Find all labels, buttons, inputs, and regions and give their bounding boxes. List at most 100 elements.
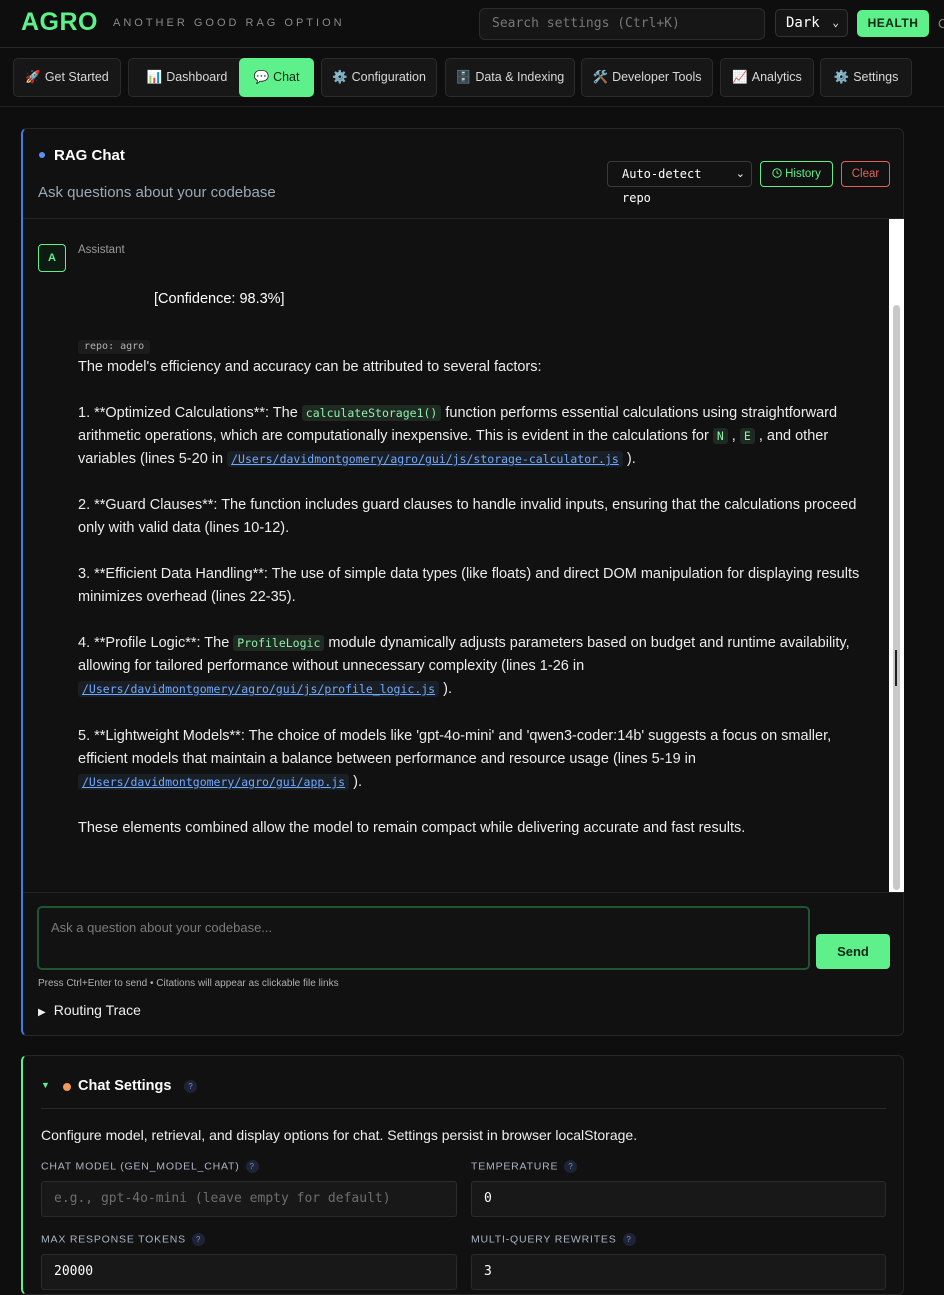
- clear-button[interactable]: Clear: [841, 161, 890, 187]
- field-label: MAX RESPONSE TOKENS?: [41, 1233, 205, 1246]
- tab-data-indexing[interactable]: 🗄️ Data & Indexing: [445, 58, 575, 97]
- history-button[interactable]: History: [760, 161, 833, 187]
- text-span: module dynamically adjusts parameters ba…: [324, 635, 850, 651]
- message-role: Assistant: [78, 244, 125, 256]
- triangle-right-icon: ▶: [38, 1007, 46, 1018]
- tab-label: Configuration: [351, 70, 426, 84]
- field-label-text: TEMPERATURE: [471, 1160, 559, 1173]
- message-text: allowing for tailored performance withou…: [78, 658, 585, 674]
- message-text: minimizes overhead (lines 22-35).: [78, 589, 296, 605]
- field-label-text: MAX RESPONSE TOKENS: [41, 1233, 186, 1246]
- offscreen-control: C: [938, 16, 944, 31]
- nav-divider: [0, 106, 944, 107]
- tab-chat[interactable]: 💬 Chat: [239, 58, 314, 97]
- panel-title: RAG Chat: [54, 147, 125, 164]
- confidence-score: [Confidence: 98.3%]: [154, 291, 285, 307]
- inline-code: E: [739, 428, 755, 444]
- tab-configuration[interactable]: ⚙️ Configuration: [321, 58, 437, 97]
- file-citation-link[interactable]: /Users/davidmontgomery/agro/gui/app.js: [78, 774, 350, 790]
- status-dot: [63, 1083, 71, 1091]
- message-text: /Users/davidmontgomery/agro/gui/app.js )…: [78, 774, 362, 790]
- temperature-input[interactable]: 0: [471, 1181, 886, 1217]
- trend-chart-icon: 📈: [732, 70, 748, 84]
- message-text: 1. **Optimized Calculations**: The calcu…: [78, 405, 837, 421]
- top-bar: AGRO ANOTHER GOOD RAG OPTION Search sett…: [0, 0, 944, 48]
- message-text: The model's efficiency and accuracy can …: [78, 359, 542, 375]
- chat-model-input[interactable]: e.g., gpt-4o-mini (leave empty for defau…: [41, 1181, 457, 1217]
- routing-trace-label: Routing Trace: [53, 1002, 141, 1018]
- settings-description: Configure model, retrieval, and display …: [41, 1127, 638, 1143]
- tab-label: Dashboard: [166, 70, 228, 84]
- panel-subtitle: Ask questions about your codebase: [38, 184, 276, 201]
- help-icon[interactable]: ?: [564, 1160, 578, 1173]
- send-button[interactable]: Send: [816, 934, 890, 969]
- max-response-tokens-input[interactable]: 20000: [41, 1254, 457, 1290]
- message-text: only with valid data (lines 10-12).: [78, 520, 290, 536]
- tab-label: Settings: [853, 70, 899, 84]
- brand-logo[interactable]: AGRO: [21, 8, 98, 37]
- scrollbar-thumb[interactable]: [893, 305, 900, 890]
- text-span: ,: [727, 428, 740, 444]
- assistant-avatar: A: [38, 244, 66, 272]
- speech-bubble-icon: 💬: [253, 70, 270, 84]
- text-span: ).: [349, 774, 362, 790]
- text-span: , and other: [754, 428, 829, 444]
- chat-question-input[interactable]: Ask a question about your codebase...: [37, 906, 810, 970]
- message-text: variables (lines 5-20 in /Users/davidmon…: [78, 451, 636, 467]
- input-divider: [23, 892, 904, 893]
- tab-get-started[interactable]: 🚀 Get Started: [13, 58, 121, 97]
- health-button[interactable]: HEALTH: [857, 10, 929, 37]
- chevron-down-icon: ⌄: [735, 168, 745, 180]
- scrollbar-grip: [895, 650, 897, 686]
- help-icon[interactable]: ?: [622, 1233, 636, 1246]
- settings-title[interactable]: Chat Settings: [78, 1078, 171, 1094]
- message-list[interactable]: A Assistant [Confidence: 98.3%] repo: ag…: [23, 219, 889, 892]
- field-label: TEMPERATURE?: [471, 1160, 578, 1173]
- file-citation-link[interactable]: /Users/davidmontgomery/agro/gui/js/stora…: [227, 451, 623, 467]
- message-text: 4. **Profile Logic**: The ProfileLogic m…: [78, 635, 850, 651]
- message-text: arithmetic operations, which are computa…: [78, 428, 828, 444]
- message-text: 5. **Lightweight Models**: The choice of…: [78, 728, 832, 744]
- text-span: ).: [622, 451, 636, 467]
- collapse-caret-icon[interactable]: ▼: [41, 1080, 50, 1090]
- inline-code: calculateStorage1(): [301, 405, 442, 421]
- tab-label: Get Started: [44, 70, 109, 84]
- message-text: These elements combined allow the model …: [78, 820, 746, 836]
- help-icon[interactable]: ?: [191, 1233, 205, 1246]
- tools-icon: 🛠️: [592, 70, 609, 84]
- field-label: MULTI-QUERY REWRITES?: [471, 1233, 636, 1246]
- tab-label: Chat: [273, 70, 300, 84]
- theme-select-value: Dark: [786, 15, 820, 31]
- tab-settings[interactable]: ⚙️ Settings: [820, 58, 912, 97]
- tab-label: Data & Indexing: [475, 70, 565, 84]
- message-text: 3. **Efficient Data Handling**: The use …: [78, 566, 860, 582]
- field-label-text: MULTI-QUERY REWRITES: [471, 1233, 617, 1246]
- tab-dashboard[interactable]: 📊 Dashboard: [128, 58, 246, 97]
- repo-select-value: Auto-detect repo: [622, 167, 702, 205]
- message-text: 2. **Guard Clauses**: The function inclu…: [78, 497, 857, 513]
- multi-query-rewrites-input[interactable]: 3: [471, 1254, 886, 1290]
- file-citation-link[interactable]: /Users/davidmontgomery/agro/gui/js/profi…: [78, 681, 440, 697]
- repo-tag: repo: agro: [78, 340, 151, 354]
- text-span: arithmetic operations, which are computa…: [78, 428, 713, 444]
- field-label: CHAT MODEL (GEN_MODEL_CHAT)?: [41, 1160, 259, 1173]
- brand-tagline: ANOTHER GOOD RAG OPTION: [113, 17, 345, 29]
- rocket-icon: 🚀: [25, 70, 41, 84]
- routing-trace-toggle[interactable]: ▶ Routing Trace: [38, 1002, 141, 1018]
- help-icon[interactable]: ?: [245, 1160, 259, 1173]
- inline-code: N: [712, 428, 728, 444]
- rag-chat-panel: RAG Chat Ask questions about your codeba…: [21, 128, 904, 1036]
- settings-search-input[interactable]: Search settings (Ctrl+K): [479, 8, 765, 40]
- gear-icon: ⚙️: [332, 70, 348, 84]
- message-scrollbar[interactable]: [889, 219, 904, 892]
- text-span: function performs essential calculations…: [441, 405, 838, 421]
- repo-select[interactable]: Auto-detect repo ⌄: [607, 161, 752, 205]
- theme-select[interactable]: Dark ⌄: [775, 9, 848, 37]
- help-icon[interactable]: ?: [184, 1080, 197, 1093]
- text-span: ).: [439, 681, 452, 697]
- tab-analytics[interactable]: 📈 Analytics: [720, 58, 814, 97]
- message-text: efficient models that maintain a balance…: [78, 751, 696, 767]
- tab-developer-tools[interactable]: 🛠️ Developer Tools: [581, 58, 713, 97]
- text-span: 1. **Optimized Calculations**: The: [78, 405, 302, 421]
- gear-icon: ⚙️: [833, 70, 850, 84]
